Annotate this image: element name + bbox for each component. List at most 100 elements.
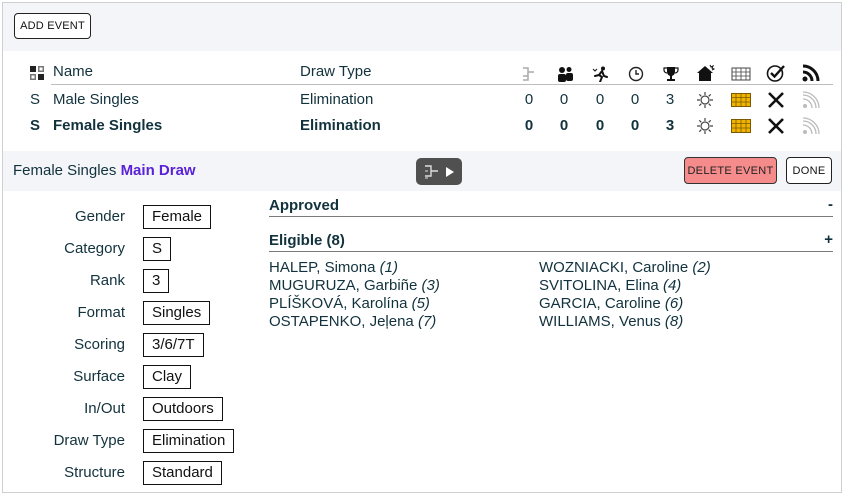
count-matches: 3 bbox=[665, 117, 675, 134]
collapse-approved-toggle[interactable]: - bbox=[828, 196, 833, 213]
player-seed: (4) bbox=[662, 277, 682, 294]
venue-house-icon bbox=[693, 62, 717, 84]
player-seed: (6) bbox=[664, 295, 684, 312]
player-name: HALEP, Simona bbox=[269, 259, 376, 276]
player-name: WILLIAMS, Venus bbox=[539, 313, 661, 330]
structure-value[interactable]: Standard bbox=[143, 461, 222, 485]
approved-check-icon bbox=[764, 62, 788, 84]
delete-event-button[interactable]: DELETE EVENT bbox=[684, 157, 777, 184]
players-icon bbox=[553, 63, 577, 85]
player-name: PLÍŠKOVÁ, Karolína bbox=[269, 295, 408, 312]
player-name: OSTAPENKO, Jeļena bbox=[269, 313, 414, 330]
header-divider bbox=[51, 84, 833, 85]
draw-type-value[interactable]: Elimination bbox=[143, 429, 235, 453]
player-name: GARCIA, Caroline bbox=[539, 295, 661, 312]
event-row-male-singles[interactable]: S Male Singles Elimination 0 0 0 0 3 bbox=[3, 89, 841, 111]
format-value[interactable]: Singles bbox=[143, 301, 211, 325]
count-draws: 0 bbox=[524, 117, 534, 134]
broadcast-rss-icon[interactable] bbox=[799, 115, 823, 137]
eligible-player[interactable]: WILLIAMS, Venus (8) bbox=[539, 313, 683, 330]
structure-label: Structure bbox=[64, 464, 125, 481]
event-draw-type: Elimination bbox=[300, 91, 374, 108]
event-draw-type: Elimination bbox=[300, 117, 381, 134]
eligible-player[interactable]: SVITOLINA, Elina (4) bbox=[539, 277, 681, 294]
weather-sun-icon bbox=[693, 89, 717, 111]
eligible-player[interactable]: HALEP, Simona (1) bbox=[269, 259, 398, 276]
player-seed: (8) bbox=[664, 313, 684, 330]
event-name[interactable]: Female Singles bbox=[53, 117, 162, 134]
gender-value[interactable]: Female bbox=[143, 205, 212, 229]
weather-sun-icon bbox=[693, 115, 717, 137]
scoring-label: Scoring bbox=[74, 336, 125, 353]
draw-type-column-header[interactable]: Draw Type bbox=[300, 63, 371, 83]
add-event-button[interactable]: ADD EVENT bbox=[14, 13, 91, 39]
player-seed: (2) bbox=[692, 259, 711, 276]
in-out-value[interactable]: Outdoors bbox=[143, 397, 223, 421]
eligible-player[interactable]: OSTAPENKO, Jeļena (7) bbox=[269, 313, 436, 330]
name-column-header[interactable]: Name bbox=[53, 63, 93, 83]
surface-value[interactable]: Clay bbox=[143, 365, 192, 389]
player-name: SVITOLINA, Elina bbox=[539, 277, 659, 294]
player-seed: (1) bbox=[379, 259, 398, 276]
count-scheduled: 0 bbox=[630, 117, 640, 134]
category-label: Category bbox=[64, 240, 125, 257]
broadcast-rss-icon bbox=[799, 62, 823, 84]
delete-x-icon[interactable] bbox=[764, 89, 788, 111]
trophy-icon bbox=[659, 63, 683, 85]
clock-icon bbox=[624, 63, 648, 85]
rank-label: Rank bbox=[89, 272, 125, 289]
approved-section-header[interactable]: Approved - bbox=[269, 196, 833, 217]
draw-type-label: Draw Type bbox=[53, 432, 125, 449]
view-bracket-button[interactable] bbox=[416, 158, 462, 185]
draw-event-name: Female Singles bbox=[13, 162, 117, 179]
delete-x-icon[interactable] bbox=[764, 115, 788, 137]
draw-bar: Female Singles Main Draw DELETE EVENT DO… bbox=[3, 151, 841, 191]
broadcast-rss-icon[interactable] bbox=[799, 89, 823, 111]
eligible-player[interactable]: MUGURUZA, Garbiñe (3) bbox=[269, 277, 440, 294]
eligible-player[interactable]: WOZNIACKI, Caroline (2) bbox=[539, 259, 711, 276]
court-grid-icon[interactable] bbox=[729, 115, 753, 137]
events-table: Name Draw Type S Male Singles Eliminatio… bbox=[3, 59, 841, 149]
play-icon bbox=[445, 166, 454, 177]
in-out-label: In/Out bbox=[84, 400, 125, 417]
count-ranked: 0 bbox=[595, 91, 605, 108]
ranked-player-icon bbox=[589, 63, 613, 85]
event-type: S bbox=[30, 117, 41, 134]
event-type-grid-icon bbox=[25, 62, 49, 84]
event-row-female-singles[interactable]: S Female Singles Elimination 0 0 0 0 3 bbox=[3, 115, 841, 137]
app-frame: ADD EVENT Name Draw Type S Male Singles … bbox=[2, 2, 842, 493]
draw-title: Female Singles Main Draw bbox=[13, 162, 196, 179]
eligible-section-header[interactable]: Eligible (8) + bbox=[269, 231, 833, 252]
format-label: Format bbox=[77, 304, 125, 321]
player-seed: (3) bbox=[421, 277, 440, 294]
court-grid-icon bbox=[729, 63, 753, 85]
draw-bracket-icon bbox=[424, 164, 438, 178]
count-scheduled: 0 bbox=[630, 91, 640, 108]
top-toolbar: ADD EVENT bbox=[3, 3, 841, 51]
player-seed: (7) bbox=[417, 313, 437, 330]
player-seed: (5) bbox=[411, 295, 430, 312]
done-button[interactable]: DONE bbox=[786, 157, 832, 184]
count-players: 0 bbox=[559, 117, 569, 134]
scoring-value[interactable]: 3/6/7T bbox=[143, 333, 204, 357]
count-draws: 0 bbox=[524, 91, 534, 108]
player-name: WOZNIACKI, Caroline bbox=[539, 259, 689, 276]
count-matches: 3 bbox=[665, 91, 675, 108]
eligible-player[interactable]: GARCIA, Caroline (6) bbox=[539, 295, 683, 312]
approved-title: Approved bbox=[269, 197, 340, 214]
gender-label: Gender bbox=[74, 208, 125, 225]
category-value[interactable]: S bbox=[143, 237, 172, 261]
eligible-player[interactable]: PLÍŠKOVÁ, Karolína (5) bbox=[269, 295, 430, 312]
count-players: 0 bbox=[559, 91, 569, 108]
surface-label: Surface bbox=[73, 368, 125, 385]
court-grid-icon[interactable] bbox=[729, 89, 753, 111]
count-ranked: 0 bbox=[595, 117, 605, 134]
main-draw-link[interactable]: Main Draw bbox=[121, 162, 196, 179]
event-type: S bbox=[30, 91, 41, 108]
event-name[interactable]: Male Singles bbox=[53, 91, 139, 108]
player-name: MUGURUZA, Garbiñe bbox=[269, 277, 418, 294]
expand-eligible-toggle[interactable]: + bbox=[824, 231, 833, 248]
draw-bracket-icon bbox=[517, 63, 541, 85]
rank-value[interactable]: 3 bbox=[143, 269, 170, 293]
eligible-title: Eligible (8) bbox=[269, 232, 345, 249]
